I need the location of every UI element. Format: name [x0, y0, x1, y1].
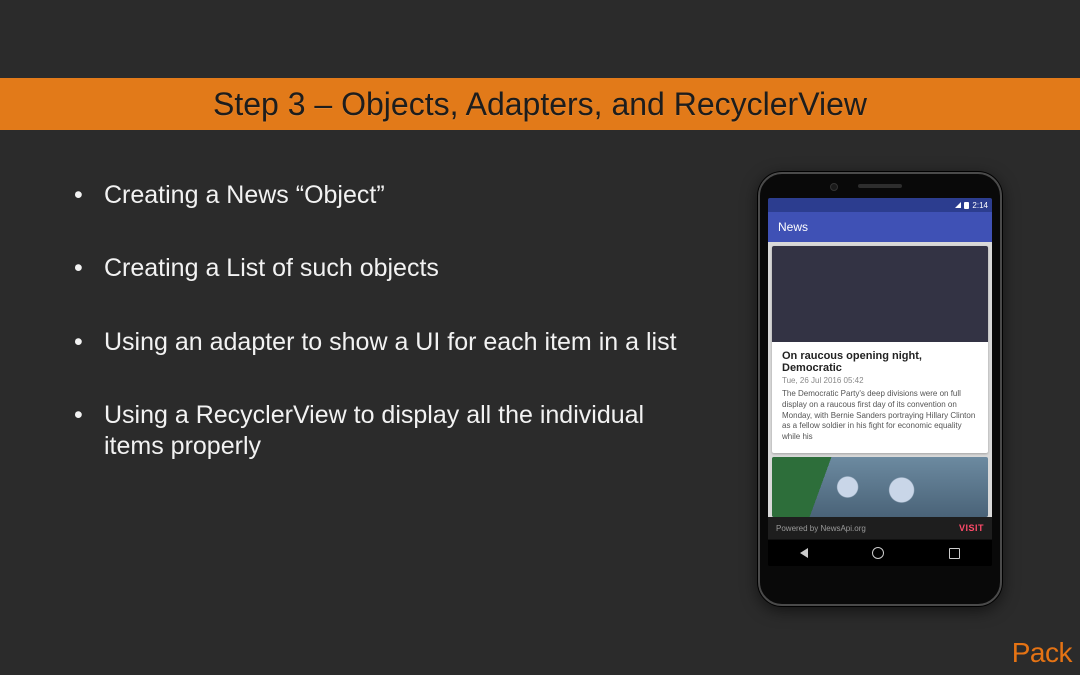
news-date: Tue, 26 Jul 2016 05:42: [782, 376, 978, 385]
brand-logo: Pack: [1012, 637, 1072, 669]
app-footer: Powered by NewsApi.org VISIT: [768, 517, 992, 539]
news-card-image: [772, 246, 988, 342]
status-time: 2:14: [972, 201, 988, 210]
phone-speaker: [858, 184, 902, 188]
news-card-image: [772, 457, 988, 517]
back-icon[interactable]: [800, 548, 808, 558]
bullet-item: Creating a List of such objects: [74, 253, 704, 284]
battery-icon: [964, 202, 969, 209]
footer-credit: Powered by NewsApi.org: [776, 524, 866, 533]
bullet-item: Using an adapter to show a UI for each i…: [74, 327, 704, 358]
news-body: The Democratic Party's deep divisions we…: [782, 389, 978, 443]
phone-mockup: 2:14 News On raucous opening night, Demo…: [758, 172, 1002, 606]
slide-title-bar: Step 3 – Objects, Adapters, and Recycler…: [0, 78, 1080, 130]
news-card[interactable]: [772, 457, 988, 517]
bullet-item: Creating a News “Object”: [74, 180, 704, 211]
bullet-item: Using a RecyclerView to display all the …: [74, 400, 704, 463]
visit-button[interactable]: VISIT: [959, 523, 984, 533]
recents-icon[interactable]: [949, 548, 960, 559]
bullet-list: Creating a News “Object” Creating a List…: [74, 180, 704, 504]
android-nav-bar: [768, 539, 992, 566]
app-title: News: [778, 220, 808, 234]
slide-title: Step 3 – Objects, Adapters, and Recycler…: [213, 86, 867, 123]
news-card[interactable]: On raucous opening night, Democratic Tue…: [772, 246, 988, 453]
home-icon[interactable]: [872, 547, 884, 559]
news-headline: On raucous opening night, Democratic: [782, 350, 978, 374]
phone-screen: 2:14 News On raucous opening night, Demo…: [768, 198, 992, 566]
phone-camera: [830, 183, 838, 191]
news-feed: On raucous opening night, Democratic Tue…: [768, 242, 992, 517]
android-status-bar: 2:14: [768, 198, 992, 212]
app-bar: News: [768, 212, 992, 242]
signal-icon: [955, 202, 961, 208]
news-card-content: On raucous opening night, Democratic Tue…: [772, 342, 988, 453]
